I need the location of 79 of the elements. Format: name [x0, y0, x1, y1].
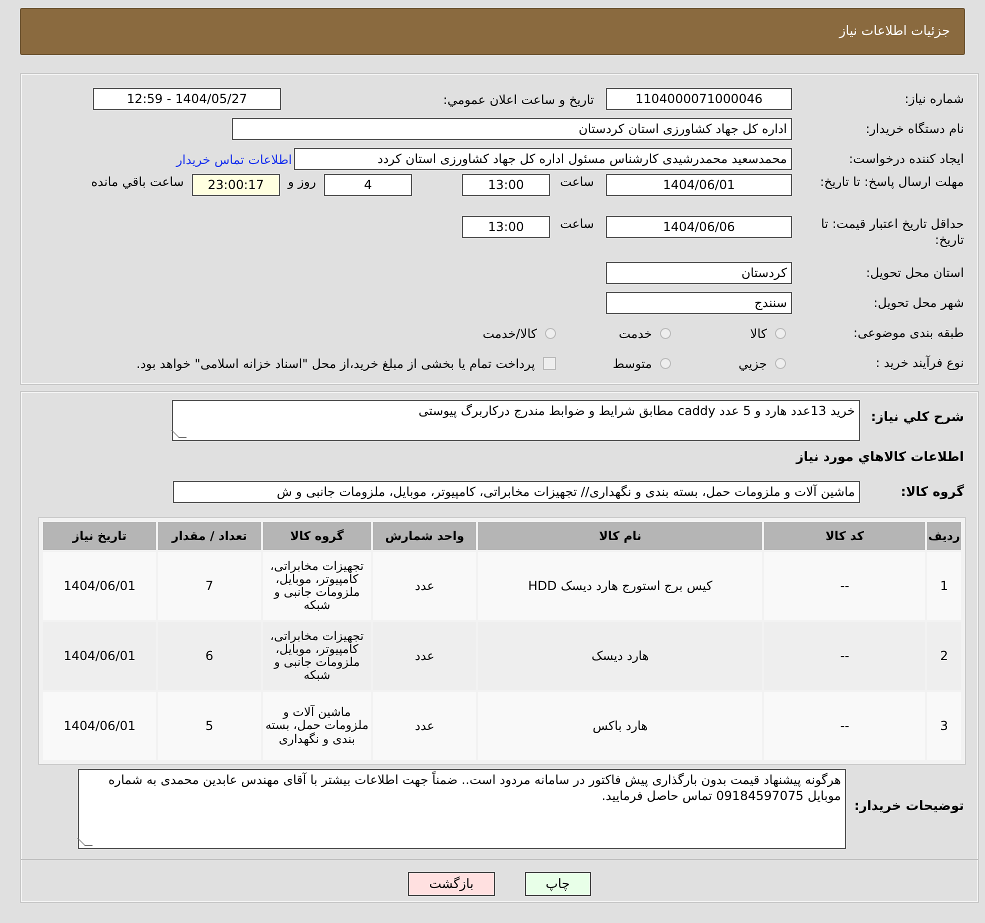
days-field: 4: [324, 174, 412, 196]
field-label: حداقل تاريخ اعتبار قيمت: تا تاريخ:: [820, 216, 964, 248]
table-cell: عدد: [373, 622, 476, 690]
goods-group-field: ماشین آلات و ملزومات حمل، بسته بندی و نگهداری// تجهیزات مخابراتی، کامپیوتر، موبایل، ملزومات جانبی و ش: [173, 481, 860, 503]
table-cell: --: [764, 552, 926, 620]
table-cell: --: [764, 622, 926, 690]
table-cell: 7: [158, 552, 261, 620]
radio-button[interactable]: [660, 358, 671, 368]
section-heading: اطلاعات کالاهاي مورد نياز: [794, 449, 964, 467]
table-cell: 3: [927, 692, 961, 760]
field-label: ساعت: [560, 174, 594, 189]
table-cell: 1404/06/01: [43, 622, 156, 690]
city-field: سنندج: [606, 292, 792, 314]
field-label: ساعت باقي مانده: [91, 174, 184, 189]
time-field: 13:00: [462, 216, 550, 238]
radio-label: کالا: [749, 326, 767, 340]
checkbox-label: پرداخت تمام يا بخشی از مبلغ خريد،از محل "اسناد خزانه اسلامی" خواهد بود.: [136, 356, 535, 370]
field-label: ايجاد کننده درخواست:: [848, 150, 964, 168]
radio-label: متوسط: [612, 356, 652, 370]
date-field: 1404/06/06: [606, 216, 792, 238]
radio-button[interactable]: [545, 328, 556, 338]
resize-grip-icon: [171, 430, 187, 438]
field-label: استان محل تحويل:: [864, 264, 964, 282]
radio-button[interactable]: [775, 358, 786, 368]
radio-label: خدمت: [618, 326, 652, 340]
field-label: تاريخ و ساعت اعلان عمومي:: [442, 92, 594, 106]
column-header: گروه کالا: [262, 522, 372, 550]
contact-link[interactable]: اطلاعات تماس خريدار: [176, 152, 292, 166]
notes-textarea[interactable]: هرگونه پیشنهاد قیمت بدون بارگذاری پیش فاکتور در سامانه مردود است.. ضمناً جهت اطلاعات بیشتر با آقای مهندس عابدین محمدی به شماره موبایل 09184597075 تماس حاصل فرمایید.: [78, 769, 846, 849]
need-number-field: 1104000071000046: [606, 88, 792, 110]
checkbox[interactable]: [543, 356, 556, 370]
radio-label: جزيي: [737, 356, 767, 370]
table-cell: 5: [158, 692, 261, 760]
table-cell: ماشین آلات و ملزومات حمل، بسته بندی و نگهداری: [262, 692, 372, 760]
table-cell: 1404/06/01: [43, 692, 156, 760]
column-header: کد کالا: [764, 522, 926, 550]
announce-date-field: 1404/05/27 - 12:59: [93, 88, 281, 110]
table-cell: هارد باکس: [478, 692, 762, 760]
table-cell: کیس برج استورج هارد دیسک HDD: [478, 552, 762, 620]
table-cell: هارد دیسک: [478, 622, 762, 690]
table-cell: 1404/06/01: [43, 552, 156, 620]
table-cell: تجهیزات مخابراتی، کامپیوتر، موبایل، ملزومات جانبی و شبکه: [262, 622, 372, 690]
field-label: مهلت ارسال پاسخ: تا تاريخ:: [818, 174, 964, 190]
field-label: ساعت: [560, 216, 594, 231]
table-cell: --: [764, 692, 926, 760]
resize-grip-icon: [77, 838, 93, 846]
table-cell: تجهیزات مخابراتی، کامپیوتر، موبایل، ملزومات جانبی و شبکه: [262, 552, 372, 620]
radio-button[interactable]: [775, 328, 786, 338]
field-label: گروه کالا:: [900, 484, 964, 500]
field-label: شرح کلي نياز:: [870, 409, 964, 425]
field-label: توضيحات خريدار:: [853, 798, 964, 814]
province-field: کردستان: [606, 262, 792, 284]
radio-label: کالا/خدمت: [482, 326, 537, 340]
summary-textarea[interactable]: خرید 13عدد هارد و 5 عدد caddy مطابق شرایط و ضوابط مندرج درکاربرگ پیوستی: [172, 400, 860, 441]
field-label: طبقه بندی موضوعی:: [852, 324, 964, 342]
column-header: تعداد / مقدار: [158, 522, 261, 550]
field-label: شماره نياز:: [904, 90, 964, 108]
column-header: نام کالا: [478, 522, 762, 550]
page-title: جزئيات اطلاعات نياز: [839, 24, 950, 39]
field-label: نام دستگاه خريدار:: [864, 120, 964, 138]
back-button[interactable]: بازگشت: [408, 872, 495, 896]
column-header: رديف: [927, 522, 961, 550]
creator-field: محمدسعید محمدرشیدی کارشناس مسئول اداره کل جهاد کشاورزی استان کردد: [294, 148, 792, 170]
buyer-field: اداره کل جهاد کشاورزی استان کردستان: [232, 118, 792, 140]
column-header: واحد شمارش: [373, 522, 476, 550]
time-field: 13:00: [462, 174, 550, 196]
table-cell: 6: [158, 622, 261, 690]
remaining-time-field: 23:00:17: [192, 174, 280, 196]
table-cell: عدد: [373, 552, 476, 620]
field-label: نوع فرآيند خريد :: [874, 354, 964, 372]
field-label: شهر محل تحويل:: [872, 294, 964, 312]
column-header: تاريخ نياز: [43, 522, 156, 550]
radio-button[interactable]: [660, 328, 671, 338]
date-field: 1404/06/01: [606, 174, 792, 196]
table-cell: 2: [927, 622, 961, 690]
print-button[interactable]: چاپ: [524, 872, 591, 896]
table-cell: عدد: [373, 692, 476, 760]
table-cell: 1: [927, 552, 961, 620]
field-label: روز و: [288, 174, 316, 189]
